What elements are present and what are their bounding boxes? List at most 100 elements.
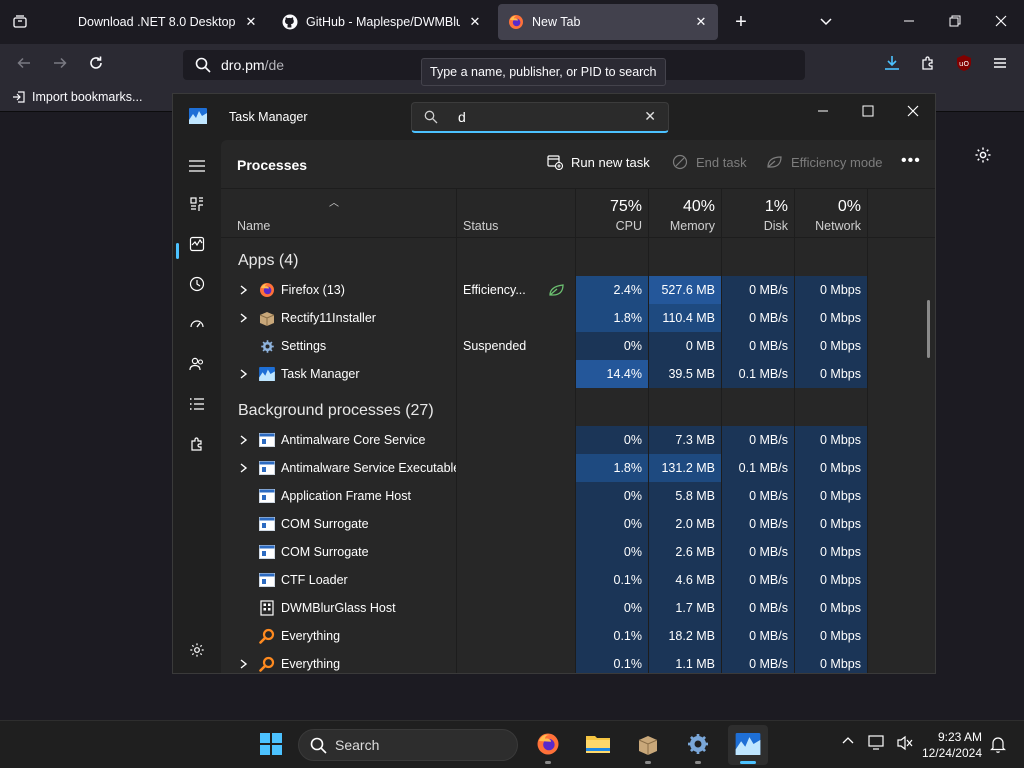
process-search-input[interactable]: d ✕ bbox=[411, 102, 669, 133]
cpu-value: 2.4% bbox=[576, 276, 648, 304]
notification-bell-icon[interactable] bbox=[990, 735, 1006, 756]
process-row[interactable]: Application Frame Host 0% 5.8 MB 0 MB/s 0 Mb… bbox=[221, 482, 921, 510]
end-task-button[interactable]: End task bbox=[672, 154, 747, 170]
nav-users-icon[interactable] bbox=[179, 348, 215, 380]
close-icon[interactable]: ✕ bbox=[468, 14, 482, 30]
taskbar-installer[interactable] bbox=[628, 725, 668, 765]
tm-maximize-button[interactable] bbox=[845, 98, 891, 126]
minimize-window-button[interactable] bbox=[886, 0, 932, 44]
process-row[interactable]: COM Surrogate 0% 2.6 MB 0 MB/s 0 Mbps bbox=[221, 538, 921, 566]
open-menu-button[interactable] bbox=[986, 52, 1014, 78]
restore-window-button[interactable] bbox=[932, 0, 978, 44]
chevron-right-icon[interactable] bbox=[237, 432, 249, 448]
volume-muted-icon[interactable] bbox=[896, 735, 914, 754]
nav-startup-apps-icon[interactable] bbox=[179, 308, 215, 340]
nav-processes-icon[interactable] bbox=[179, 188, 215, 220]
process-status: Suspended bbox=[463, 339, 527, 353]
process-row[interactable]: CTF Loader 0.1% 4.6 MB 0 MB/s 0 Mbps bbox=[221, 566, 921, 594]
back-button[interactable] bbox=[10, 52, 38, 78]
column-header: ︿ Name Status 75% CPU 40% Memory 1% Disk… bbox=[221, 188, 935, 239]
process-row[interactable]: DWMBlurGlass Host 0% 1.7 MB 0 MB/s 0 Mbps bbox=[221, 594, 921, 622]
close-icon[interactable]: ✕ bbox=[694, 14, 708, 30]
column-network[interactable]: 0% Network bbox=[795, 189, 867, 239]
memory-value: 2.0 MB bbox=[649, 510, 721, 538]
column-name[interactable]: Name bbox=[231, 189, 457, 239]
reload-button[interactable] bbox=[82, 52, 110, 78]
nav-services-icon[interactable] bbox=[179, 428, 215, 460]
memory-value: 18.2 MB bbox=[649, 622, 721, 650]
import-bookmarks-link[interactable]: Import bookmarks... bbox=[12, 90, 142, 104]
nav-performance-icon[interactable] bbox=[179, 228, 215, 260]
tab-overview-icon[interactable] bbox=[0, 0, 40, 44]
extensions-button[interactable] bbox=[914, 52, 942, 78]
end-task-icon bbox=[672, 154, 688, 170]
downloads-button[interactable] bbox=[878, 52, 906, 78]
run-new-task-label: Run new task bbox=[571, 154, 650, 170]
forward-button[interactable] bbox=[46, 52, 74, 78]
group-header-row[interactable]: Background processes (27) bbox=[221, 396, 921, 424]
process-row[interactable]: Antimalware Core Service 0% 7.3 MB 0 MB/s 0 … bbox=[221, 426, 921, 454]
system-clock[interactable]: 9:23 AM 12/24/2024 bbox=[920, 729, 982, 761]
chevron-right-icon[interactable] bbox=[237, 366, 249, 382]
process-row[interactable]: Antimalware Service Executable 1.8% 131.2 … bbox=[221, 454, 921, 482]
clear-search-icon[interactable]: ✕ bbox=[644, 108, 656, 125]
nav-settings-gear-icon[interactable] bbox=[179, 634, 215, 666]
process-row[interactable]: Settings Suspended 0% 0 MB 0 MB/s 0 Mbps bbox=[221, 332, 921, 360]
tm-close-button[interactable] bbox=[890, 98, 935, 126]
column-disk[interactable]: 1% Disk bbox=[722, 189, 794, 239]
efficiency-leaf-icon bbox=[548, 283, 565, 300]
show-hidden-icons-chevron-up-icon[interactable] bbox=[842, 735, 854, 750]
cpu-value: 0.1% bbox=[576, 650, 648, 673]
chevron-right-icon[interactable] bbox=[237, 282, 249, 298]
process-row[interactable]: COM Surrogate 0% 2.0 MB 0 MB/s 0 Mbps bbox=[221, 510, 921, 538]
taskbar-task-manager[interactable] bbox=[728, 725, 768, 765]
list-all-tabs-button[interactable] bbox=[803, 0, 849, 44]
process-status bbox=[457, 510, 575, 538]
taskbar-search-box[interactable]: Search bbox=[298, 729, 518, 761]
run-new-task-button[interactable]: Run new task bbox=[547, 154, 650, 170]
tm-minimize-button[interactable] bbox=[800, 98, 846, 126]
page-settings-gear-icon[interactable] bbox=[972, 144, 994, 166]
network-value: 0 Mbps bbox=[795, 566, 867, 594]
taskbar-firefox[interactable] bbox=[528, 725, 568, 765]
close-window-button[interactable] bbox=[978, 0, 1024, 44]
nav-details-icon[interactable] bbox=[179, 388, 215, 420]
process-row[interactable]: Firefox (13) Efficiency... 2.4% 527.6 MB 0 M… bbox=[221, 276, 921, 304]
chevron-right-icon[interactable] bbox=[237, 310, 249, 326]
disk-value: 0.1 MB/s bbox=[722, 454, 794, 482]
column-status[interactable]: Status bbox=[457, 189, 575, 239]
clock-date: 12/24/2024 bbox=[921, 746, 982, 760]
column-memory[interactable]: 40% Memory bbox=[649, 189, 721, 239]
process-name: Rectify11Installer bbox=[281, 311, 376, 325]
start-button[interactable] bbox=[251, 725, 291, 765]
url-path: /de bbox=[264, 57, 285, 73]
more-options-icon[interactable]: ••• bbox=[901, 152, 921, 170]
chevron-right-icon[interactable] bbox=[237, 656, 249, 672]
efficiency-mode-button[interactable]: Efficiency mode bbox=[766, 154, 883, 170]
nav-app-history-icon[interactable] bbox=[179, 268, 215, 300]
memory-value: 7.3 MB bbox=[649, 426, 721, 454]
process-row[interactable]: Everything 0.1% 1.1 MB 0 MB/s 0 Mbps bbox=[221, 650, 921, 673]
network-display-icon[interactable] bbox=[868, 735, 886, 754]
taskbar-file-explorer[interactable] bbox=[578, 725, 618, 765]
network-value: 0 Mbps bbox=[795, 332, 867, 360]
tab-github-dwmblurglass[interactable]: GitHub - Maplespe/DWMBlurGlass ✕ bbox=[272, 4, 492, 40]
process-row[interactable]: Rectify11Installer 1.8% 110.4 MB 0 MB/s 0 Mb… bbox=[221, 304, 921, 332]
task-manager-logo-icon bbox=[189, 108, 207, 124]
settings-gear-icon bbox=[259, 338, 275, 354]
ublock-origin-button[interactable]: uO bbox=[950, 52, 978, 78]
new-tab-button[interactable]: + bbox=[718, 0, 764, 44]
hamburger-menu-icon[interactable] bbox=[179, 150, 215, 182]
process-row[interactable]: Everything 0.1% 18.2 MB 0 MB/s 0 Mbps bbox=[221, 622, 921, 650]
process-list: Apps (4) Firefox (13) Efficiency... 2.4% 527… bbox=[221, 238, 935, 673]
process-status bbox=[457, 304, 575, 332]
tab-dotnet-download[interactable]: Download .NET 8.0 Desktop Runtime ✕ bbox=[68, 4, 268, 40]
column-cpu[interactable]: 75% CPU bbox=[576, 189, 648, 239]
process-row[interactable]: Task Manager 14.4% 39.5 MB 0.1 MB/s 0 Mbps bbox=[221, 360, 921, 388]
close-icon[interactable]: ✕ bbox=[244, 14, 258, 30]
taskbar-settings[interactable] bbox=[678, 725, 718, 765]
chevron-right-icon[interactable] bbox=[237, 460, 249, 476]
tab-new-tab[interactable]: New Tab ✕ bbox=[498, 4, 718, 40]
vertical-scrollbar[interactable] bbox=[927, 300, 930, 358]
group-header-row[interactable]: Apps (4) bbox=[221, 246, 921, 274]
